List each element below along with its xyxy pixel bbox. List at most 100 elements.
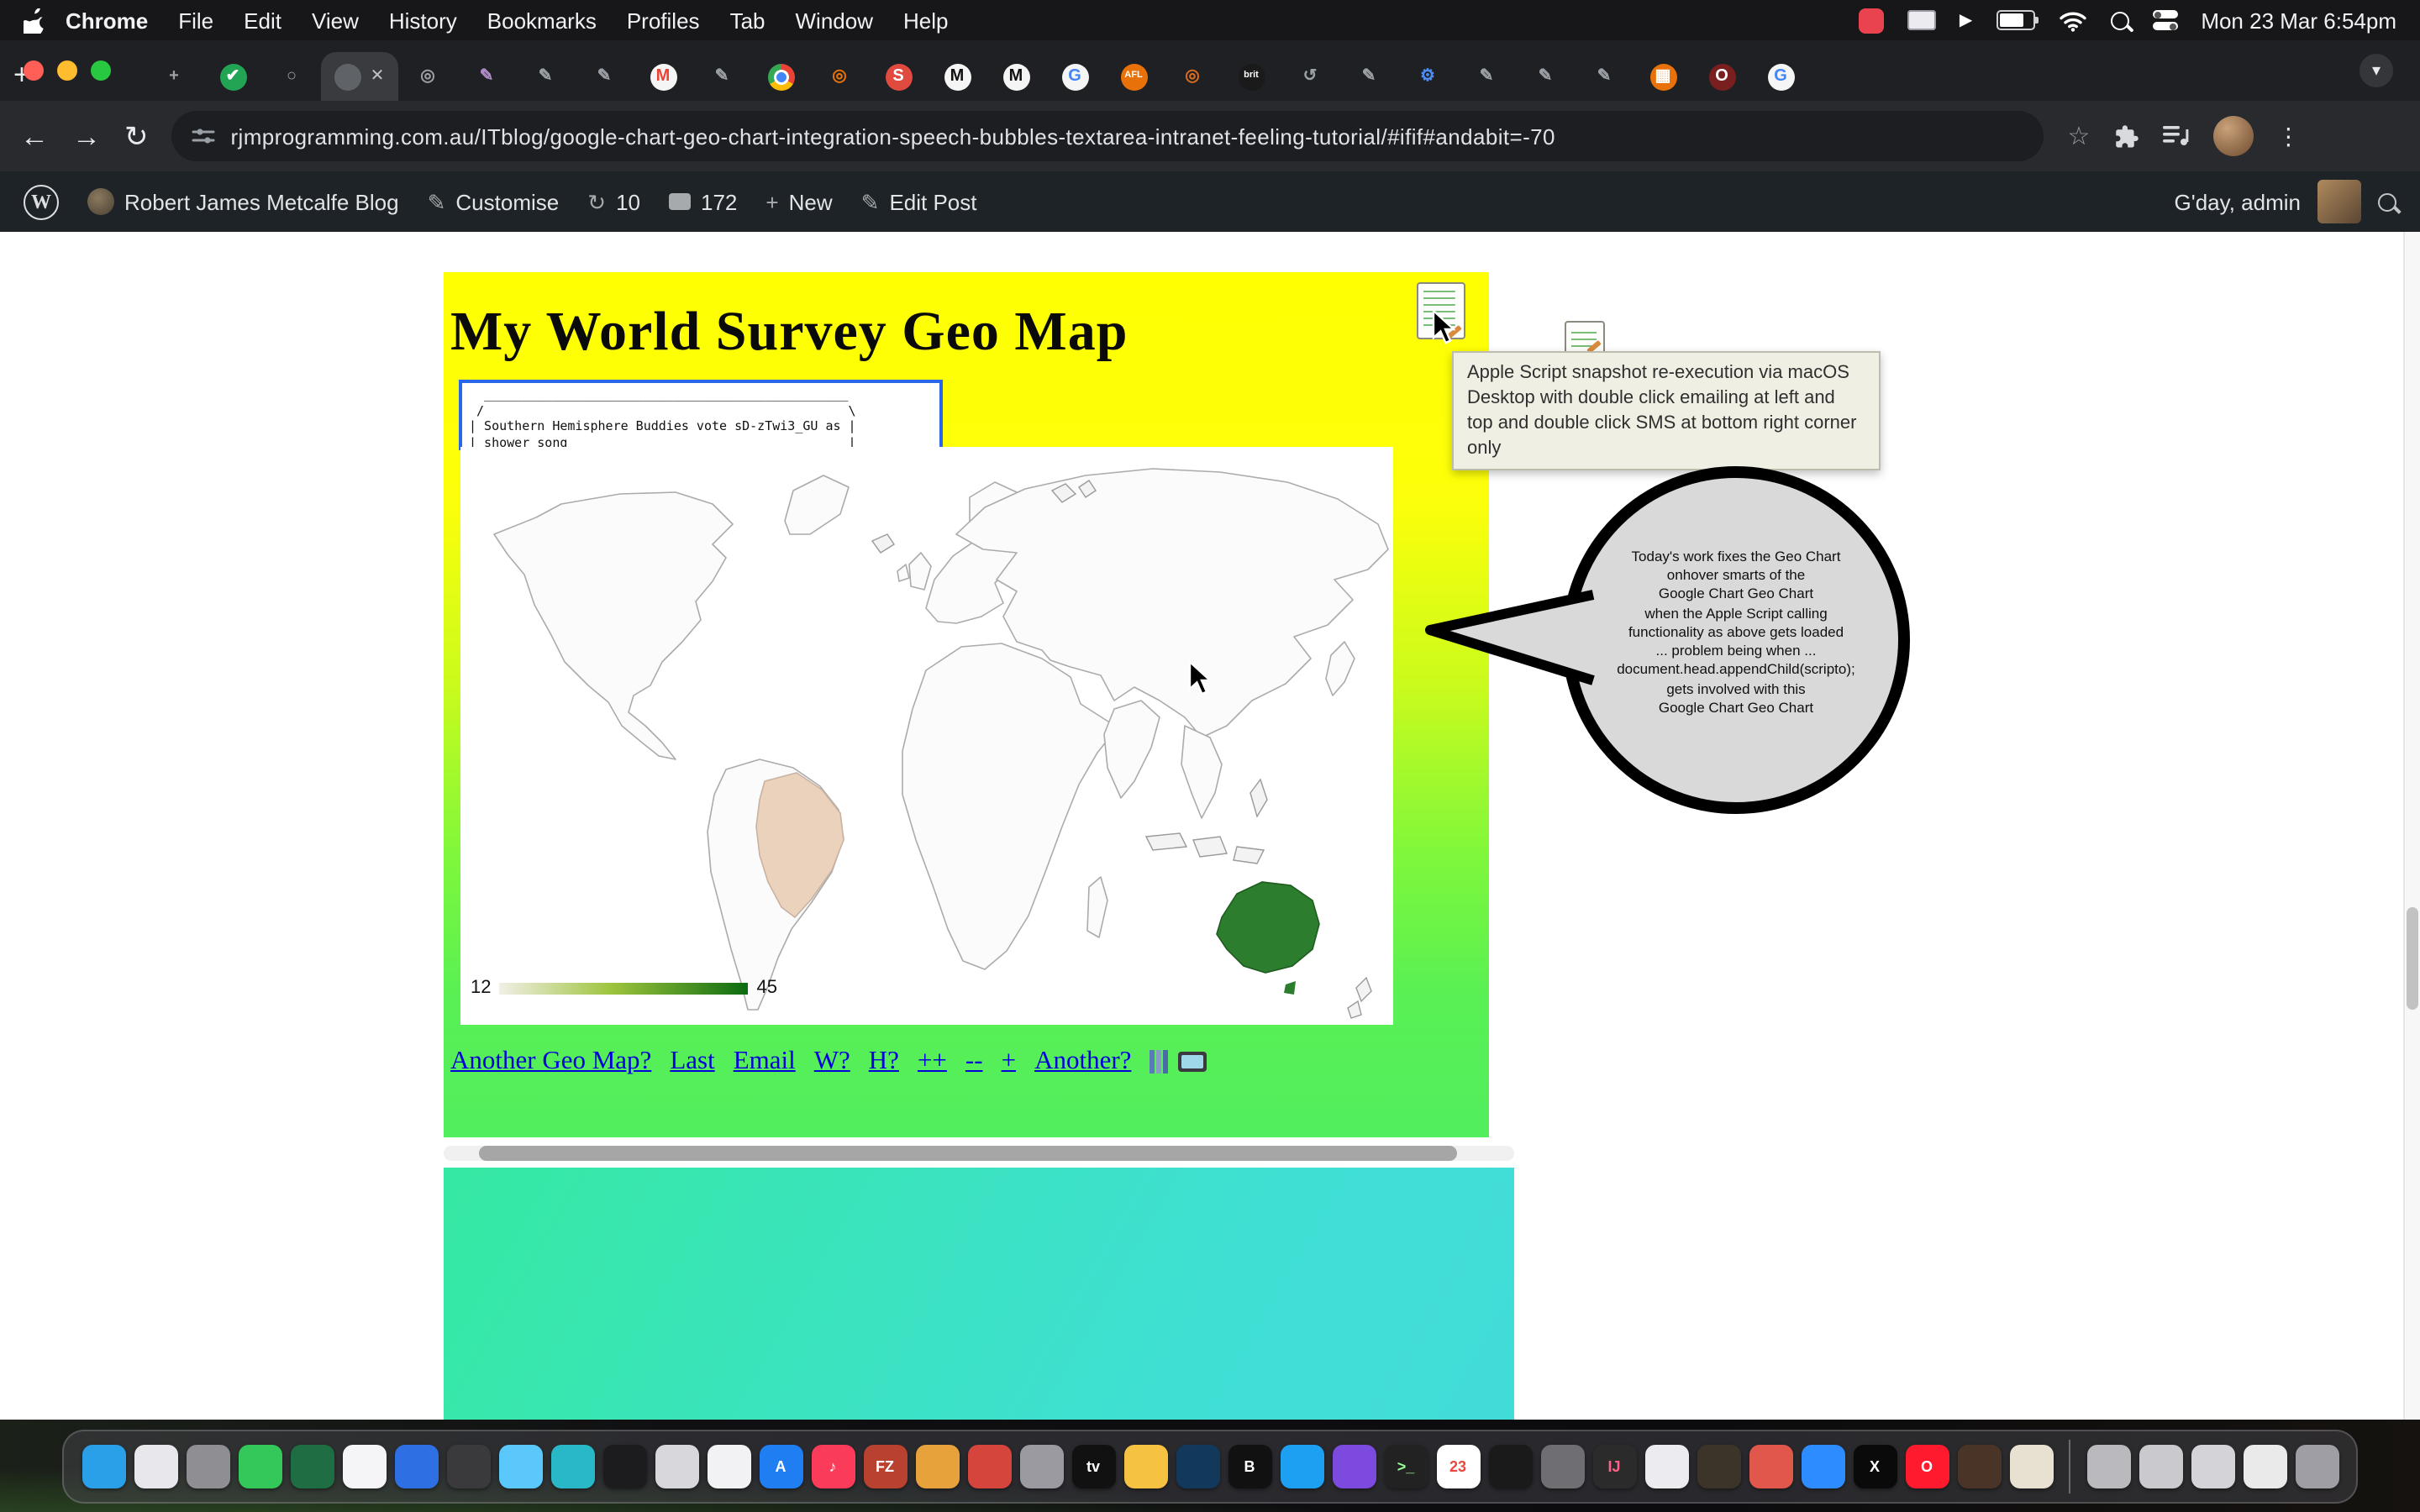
dock-messages-icon[interactable] bbox=[498, 1445, 542, 1488]
back-button[interactable]: ← bbox=[20, 122, 49, 150]
wp-edit-post[interactable]: ✎ Edit Post bbox=[861, 189, 977, 214]
minimize-window-button[interactable] bbox=[57, 60, 77, 81]
applescript-snapshot-icon[interactable] bbox=[1565, 321, 1605, 354]
menu-history[interactable]: History bbox=[389, 8, 457, 33]
url-text[interactable]: rjmprogramming.com.au/ITblog/google-char… bbox=[231, 123, 1555, 149]
speech-bubble-textarea[interactable]: ________________________________________… bbox=[459, 380, 943, 450]
dock-tool2-icon[interactable] bbox=[2139, 1445, 2182, 1488]
wp-greeting[interactable]: G'day, admin bbox=[2175, 189, 2301, 214]
dock-folder-icon[interactable] bbox=[915, 1445, 959, 1488]
menu-bookmarks[interactable]: Bookmarks bbox=[487, 8, 597, 33]
horizontal-scrollbar-thumb[interactable] bbox=[479, 1146, 1457, 1161]
wp-new-menu[interactable]: + New bbox=[765, 189, 832, 214]
menu-help[interactable]: Help bbox=[903, 8, 949, 33]
tab-gmail[interactable]: M bbox=[634, 52, 692, 101]
dock-notes-icon[interactable] bbox=[342, 1445, 386, 1488]
dock-safari-icon[interactable] bbox=[1280, 1445, 1323, 1488]
dock-settings-icon[interactable] bbox=[186, 1445, 229, 1488]
zoom-window-button[interactable] bbox=[91, 60, 111, 81]
tab-target[interactable]: ◎ bbox=[810, 52, 869, 101]
wp-search-icon[interactable] bbox=[2378, 192, 2396, 211]
tab-active[interactable]: ✕ bbox=[321, 52, 398, 101]
tab-compass[interactable]: + bbox=[145, 52, 203, 101]
chrome-menu-icon[interactable]: ⋮ bbox=[2276, 122, 2300, 150]
link-another-geo-map[interactable]: Another Geo Map? bbox=[450, 1047, 651, 1077]
dock-mail-icon[interactable] bbox=[394, 1445, 438, 1488]
menu-chrome[interactable]: Chrome bbox=[66, 8, 148, 33]
dock-purple-app-icon[interactable] bbox=[1332, 1445, 1376, 1488]
tab-pencil[interactable]: ✎ bbox=[575, 52, 634, 101]
country-australia[interactable] bbox=[1217, 882, 1319, 973]
dock-calculator-icon[interactable] bbox=[655, 1445, 698, 1488]
tab-grid[interactable]: ▦ bbox=[1634, 52, 1692, 101]
wp-customise[interactable]: ✎ Customise bbox=[428, 189, 560, 214]
link-w[interactable]: W? bbox=[814, 1047, 850, 1077]
dock-canary-icon[interactable] bbox=[1749, 1445, 1792, 1488]
link-h[interactable]: H? bbox=[869, 1047, 899, 1077]
dock-document-icon[interactable] bbox=[707, 1445, 750, 1488]
dock-document2-icon[interactable] bbox=[1644, 1445, 1688, 1488]
tab-target[interactable]: ◎ bbox=[398, 52, 457, 101]
tab-check[interactable]: ✔ bbox=[203, 52, 262, 101]
wifi-icon[interactable] bbox=[2058, 9, 2086, 31]
dock-coffee-icon[interactable] bbox=[2009, 1445, 2053, 1488]
wp-user-avatar[interactable] bbox=[2317, 180, 2361, 223]
tab-m-black[interactable]: M bbox=[986, 52, 1045, 101]
dock-launchpad-icon[interactable] bbox=[134, 1445, 177, 1488]
menu-window[interactable]: Window bbox=[796, 8, 874, 33]
link-email[interactable]: Email bbox=[734, 1047, 796, 1077]
link-last[interactable]: Last bbox=[670, 1047, 714, 1077]
menu-clock[interactable]: Mon 23 Mar 6:54pm bbox=[2201, 8, 2396, 33]
dock-yellow-app-icon[interactable] bbox=[1123, 1445, 1167, 1488]
bars-icon[interactable] bbox=[1150, 1050, 1168, 1074]
profile-avatar[interactable] bbox=[2212, 116, 2253, 156]
tab-gear[interactable]: ⚙ bbox=[1398, 52, 1457, 101]
dock-bold-app-icon[interactable]: B bbox=[1228, 1445, 1271, 1488]
dock-zoom-icon[interactable] bbox=[1801, 1445, 1844, 1488]
dock-chess-icon[interactable] bbox=[1697, 1445, 1740, 1488]
tab-history[interactable]: ↺ bbox=[1281, 52, 1339, 101]
menu-tab[interactable]: Tab bbox=[730, 8, 765, 33]
vertical-scrollbar-thumb[interactable] bbox=[2407, 907, 2418, 1010]
tab-opera[interactable]: O bbox=[1692, 52, 1751, 101]
monitor-icon[interactable] bbox=[1178, 1052, 1207, 1072]
dock-pinwheel-icon[interactable] bbox=[967, 1445, 1011, 1488]
control-center-icon[interactable] bbox=[2152, 10, 2177, 30]
tab-search-chevron[interactable]: ▾ bbox=[2360, 54, 2393, 87]
dock-shell-icon[interactable]: >_ bbox=[1384, 1445, 1428, 1488]
tab-circle[interactable]: ○ bbox=[262, 52, 321, 101]
menu-view[interactable]: View bbox=[312, 8, 359, 33]
menu-profiles[interactable]: Profiles bbox=[627, 8, 700, 33]
close-window-button[interactable] bbox=[24, 60, 44, 81]
tab-shortcut[interactable]: S bbox=[869, 52, 928, 101]
tab-google[interactable]: G bbox=[1045, 52, 1104, 101]
tab-pencil[interactable]: ✎ bbox=[1516, 52, 1575, 101]
forward-button[interactable]: → bbox=[72, 122, 101, 150]
dock-x-app-icon[interactable]: X bbox=[1853, 1445, 1897, 1488]
site-info-icon[interactable] bbox=[192, 124, 216, 148]
tab-target[interactable]: ◎ bbox=[1163, 52, 1222, 101]
vertical-scrollbar-track[interactable] bbox=[2403, 232, 2420, 1420]
keyboard-icon[interactable] bbox=[1907, 10, 1936, 30]
dock-appstore-icon[interactable]: A bbox=[759, 1445, 802, 1488]
wp-comments[interactable]: 172 bbox=[669, 189, 737, 214]
wp-site-menu[interactable]: Robert James Metcalfe Blog bbox=[87, 188, 399, 215]
tab-close-icon[interactable]: ✕ bbox=[371, 68, 385, 85]
tab-chrome[interactable] bbox=[751, 52, 810, 101]
dock-photos-icon[interactable] bbox=[238, 1445, 281, 1488]
dock-finder-icon[interactable] bbox=[82, 1445, 125, 1488]
apple-menu-icon[interactable] bbox=[24, 8, 45, 33]
dock-calendar-icon[interactable]: 23 bbox=[1436, 1445, 1480, 1488]
dock-terminal-icon[interactable] bbox=[602, 1445, 646, 1488]
dock-apple-tv-icon[interactable]: tv bbox=[1071, 1445, 1115, 1488]
menu-edit[interactable]: Edit bbox=[244, 8, 281, 33]
link-[interactable]: ++ bbox=[918, 1047, 947, 1077]
tab-google[interactable]: G bbox=[1751, 52, 1810, 101]
dock-intellij-icon[interactable]: IJ bbox=[1592, 1445, 1636, 1488]
tab-afl[interactable]: AFL bbox=[1104, 52, 1163, 101]
dock-teal-app-icon[interactable] bbox=[550, 1445, 594, 1488]
menu-file[interactable]: File bbox=[178, 8, 213, 33]
dock-tool3-icon[interactable] bbox=[2191, 1445, 2234, 1488]
wordpress-logo-icon[interactable]: W bbox=[24, 184, 59, 219]
tab-pencil[interactable]: ✎ bbox=[1339, 52, 1398, 101]
